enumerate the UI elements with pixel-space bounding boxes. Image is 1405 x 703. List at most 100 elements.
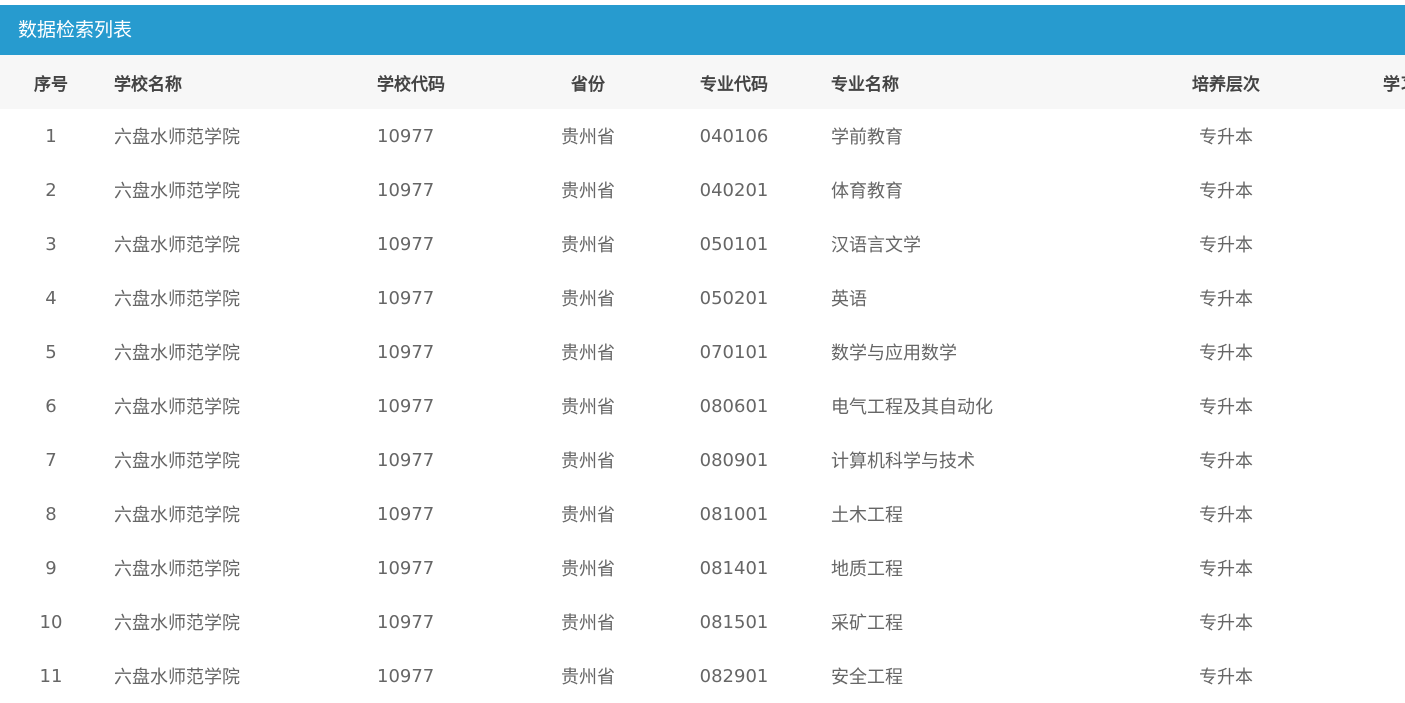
cell-study-form: 业余 <box>1311 271 1405 325</box>
cell-school-name: 六盘水师范学院 <box>114 559 240 580</box>
cell-school-code: 10977 <box>377 341 435 363</box>
cell-school-code: 10977 <box>377 503 435 525</box>
cell-major-name: 英语 <box>831 289 867 310</box>
cell-study-form: 函授 <box>1311 109 1405 163</box>
cell-school-name: 六盘水师范学院 <box>114 289 240 310</box>
cell-school-name: 六盘水师范学院 <box>114 667 240 688</box>
cell-study-form: 函授 <box>1311 217 1405 271</box>
header-major-code: 专业代码 <box>700 74 768 95</box>
table-row: 9 六盘水师范学院 10977 贵州省 081401 地质工程 专升本 函授 <box>0 541 1405 595</box>
cell-school-code: 10977 <box>377 287 435 309</box>
cell-index: 8 <box>45 503 57 525</box>
cell-study-form: 函授 <box>1311 649 1405 703</box>
cell-province: 贵州省 <box>561 505 615 526</box>
cell-school-name: 六盘水师范学院 <box>114 127 240 148</box>
table-row: 8 六盘水师范学院 10977 贵州省 081001 土木工程 专升本 函授 <box>0 487 1405 541</box>
cell-school-code: 10977 <box>377 557 435 579</box>
cell-major-name: 数学与应用数学 <box>831 343 957 364</box>
cell-major-code: 081001 <box>699 503 769 525</box>
cell-major-name: 计算机科学与技术 <box>831 451 975 472</box>
cell-index: 6 <box>45 395 57 417</box>
cell-major-code: 040201 <box>699 179 769 201</box>
cell-major-name: 体育教育 <box>831 181 903 202</box>
table-row: 1 六盘水师范学院 10977 贵州省 040106 学前教育 专升本 函授 <box>0 109 1405 163</box>
cell-index: 2 <box>45 179 57 201</box>
cell-major-code: 080601 <box>699 395 769 417</box>
cell-school-code: 10977 <box>377 179 435 201</box>
cell-level: 专升本 <box>1199 397 1253 418</box>
cell-major-code: 070101 <box>699 341 769 363</box>
cell-major-code: 040106 <box>699 125 769 147</box>
cell-major-code: 081401 <box>699 557 769 579</box>
cell-level: 专升本 <box>1199 181 1253 202</box>
cell-major-code: 050201 <box>699 287 769 309</box>
cell-study-form: 函授 <box>1311 163 1405 217</box>
cell-study-form: 函授 <box>1311 433 1405 487</box>
cell-school-code: 10977 <box>377 395 435 417</box>
cell-school-code: 10977 <box>377 449 435 471</box>
cell-study-form: 函授 <box>1311 541 1405 595</box>
cell-study-form: 函授 <box>1311 379 1405 433</box>
table-row: 11 六盘水师范学院 10977 贵州省 082901 安全工程 专升本 函授 <box>0 649 1405 703</box>
cell-school-code: 10977 <box>377 125 435 147</box>
cell-major-name: 学前教育 <box>831 127 903 148</box>
cell-major-name: 地质工程 <box>831 559 903 580</box>
cell-index: 7 <box>45 449 57 471</box>
table-row: 3 六盘水师范学院 10977 贵州省 050101 汉语言文学 专升本 函授 <box>0 217 1405 271</box>
table-header: 序号 学校名称 学校代码 省份 专业代码 专业名称 培养层次 学习形式 <box>0 55 1405 109</box>
cell-level: 专升本 <box>1199 127 1253 148</box>
cell-major-code: 050101 <box>699 233 769 255</box>
header-school-code: 学校代码 <box>377 74 445 95</box>
cell-province: 贵州省 <box>561 397 615 418</box>
cell-index: 10 <box>39 611 63 633</box>
header-index: 序号 <box>34 74 68 95</box>
header-study-form: 学习形式 <box>1383 74 1405 95</box>
cell-study-form: 函授 <box>1311 487 1405 541</box>
cell-level: 专升本 <box>1199 613 1253 634</box>
cell-index: 9 <box>45 557 57 579</box>
cell-level: 专升本 <box>1199 235 1253 256</box>
results-table: 序号 学校名称 学校代码 省份 专业代码 专业名称 培养层次 学习形式 1 六盘水… <box>0 55 1405 703</box>
cell-school-code: 10977 <box>377 665 435 687</box>
header-level: 培养层次 <box>1192 74 1260 95</box>
table-row: 10 六盘水师范学院 10977 贵州省 081501 采矿工程 专升本 函授 <box>0 595 1405 649</box>
table-row: 7 六盘水师范学院 10977 贵州省 080901 计算机科学与技术 专升本 函授 <box>0 433 1405 487</box>
cell-major-name: 采矿工程 <box>831 613 903 634</box>
table-header-row: 序号 学校名称 学校代码 省份 专业代码 专业名称 培养层次 学习形式 <box>0 55 1405 109</box>
cell-level: 专升本 <box>1199 505 1253 526</box>
cell-school-code: 10977 <box>377 611 435 633</box>
cell-school-name: 六盘水师范学院 <box>114 505 240 526</box>
cell-province: 贵州省 <box>561 613 615 634</box>
cell-index: 3 <box>45 233 57 255</box>
table-body: 1六盘水师范学院10977贵州省040106学前教育专升本函授2六盘水师范学院1… <box>0 109 1405 703</box>
cell-province: 贵州省 <box>561 181 615 202</box>
header-school-name: 学校名称 <box>114 74 182 95</box>
cell-province: 贵州省 <box>561 235 615 256</box>
cell-index: 11 <box>39 665 63 687</box>
cell-school-name: 六盘水师范学院 <box>114 397 240 418</box>
cell-school-name: 六盘水师范学院 <box>114 235 240 256</box>
panel-title: 数据检索列表 <box>0 5 1405 55</box>
cell-level: 专升本 <box>1199 451 1253 472</box>
table-row: 4 六盘水师范学院 10977 贵州省 050201 英语 专升本 业余 <box>0 271 1405 325</box>
cell-school-name: 六盘水师范学院 <box>114 343 240 364</box>
table-row: 2 六盘水师范学院 10977 贵州省 040201 体育教育 专升本 函授 <box>0 163 1405 217</box>
header-major-name: 专业名称 <box>831 74 899 95</box>
table-row: 5 六盘水师范学院 10977 贵州省 070101 数学与应用数学 专升本 函授 <box>0 325 1405 379</box>
cell-level: 专升本 <box>1199 343 1253 364</box>
cell-province: 贵州省 <box>561 289 615 310</box>
cell-province: 贵州省 <box>561 451 615 472</box>
cell-major-name: 汉语言文学 <box>831 235 921 256</box>
cell-school-name: 六盘水师范学院 <box>114 613 240 634</box>
cell-level: 专升本 <box>1199 667 1253 688</box>
cell-major-code: 082901 <box>699 665 769 687</box>
data-search-panel: 数据检索列表 序号 学校名称 学校代码 省份 专业代码 专业名称 培养层次 学习… <box>0 5 1405 703</box>
cell-study-form: 函授 <box>1311 595 1405 649</box>
header-province: 省份 <box>571 74 605 95</box>
cell-school-name: 六盘水师范学院 <box>114 181 240 202</box>
cell-major-code: 081501 <box>699 611 769 633</box>
cell-province: 贵州省 <box>561 559 615 580</box>
table-row: 6 六盘水师范学院 10977 贵州省 080601 电气工程及其自动化 专升本 函授 <box>0 379 1405 433</box>
cell-major-name: 土木工程 <box>831 505 903 526</box>
cell-school-name: 六盘水师范学院 <box>114 451 240 472</box>
